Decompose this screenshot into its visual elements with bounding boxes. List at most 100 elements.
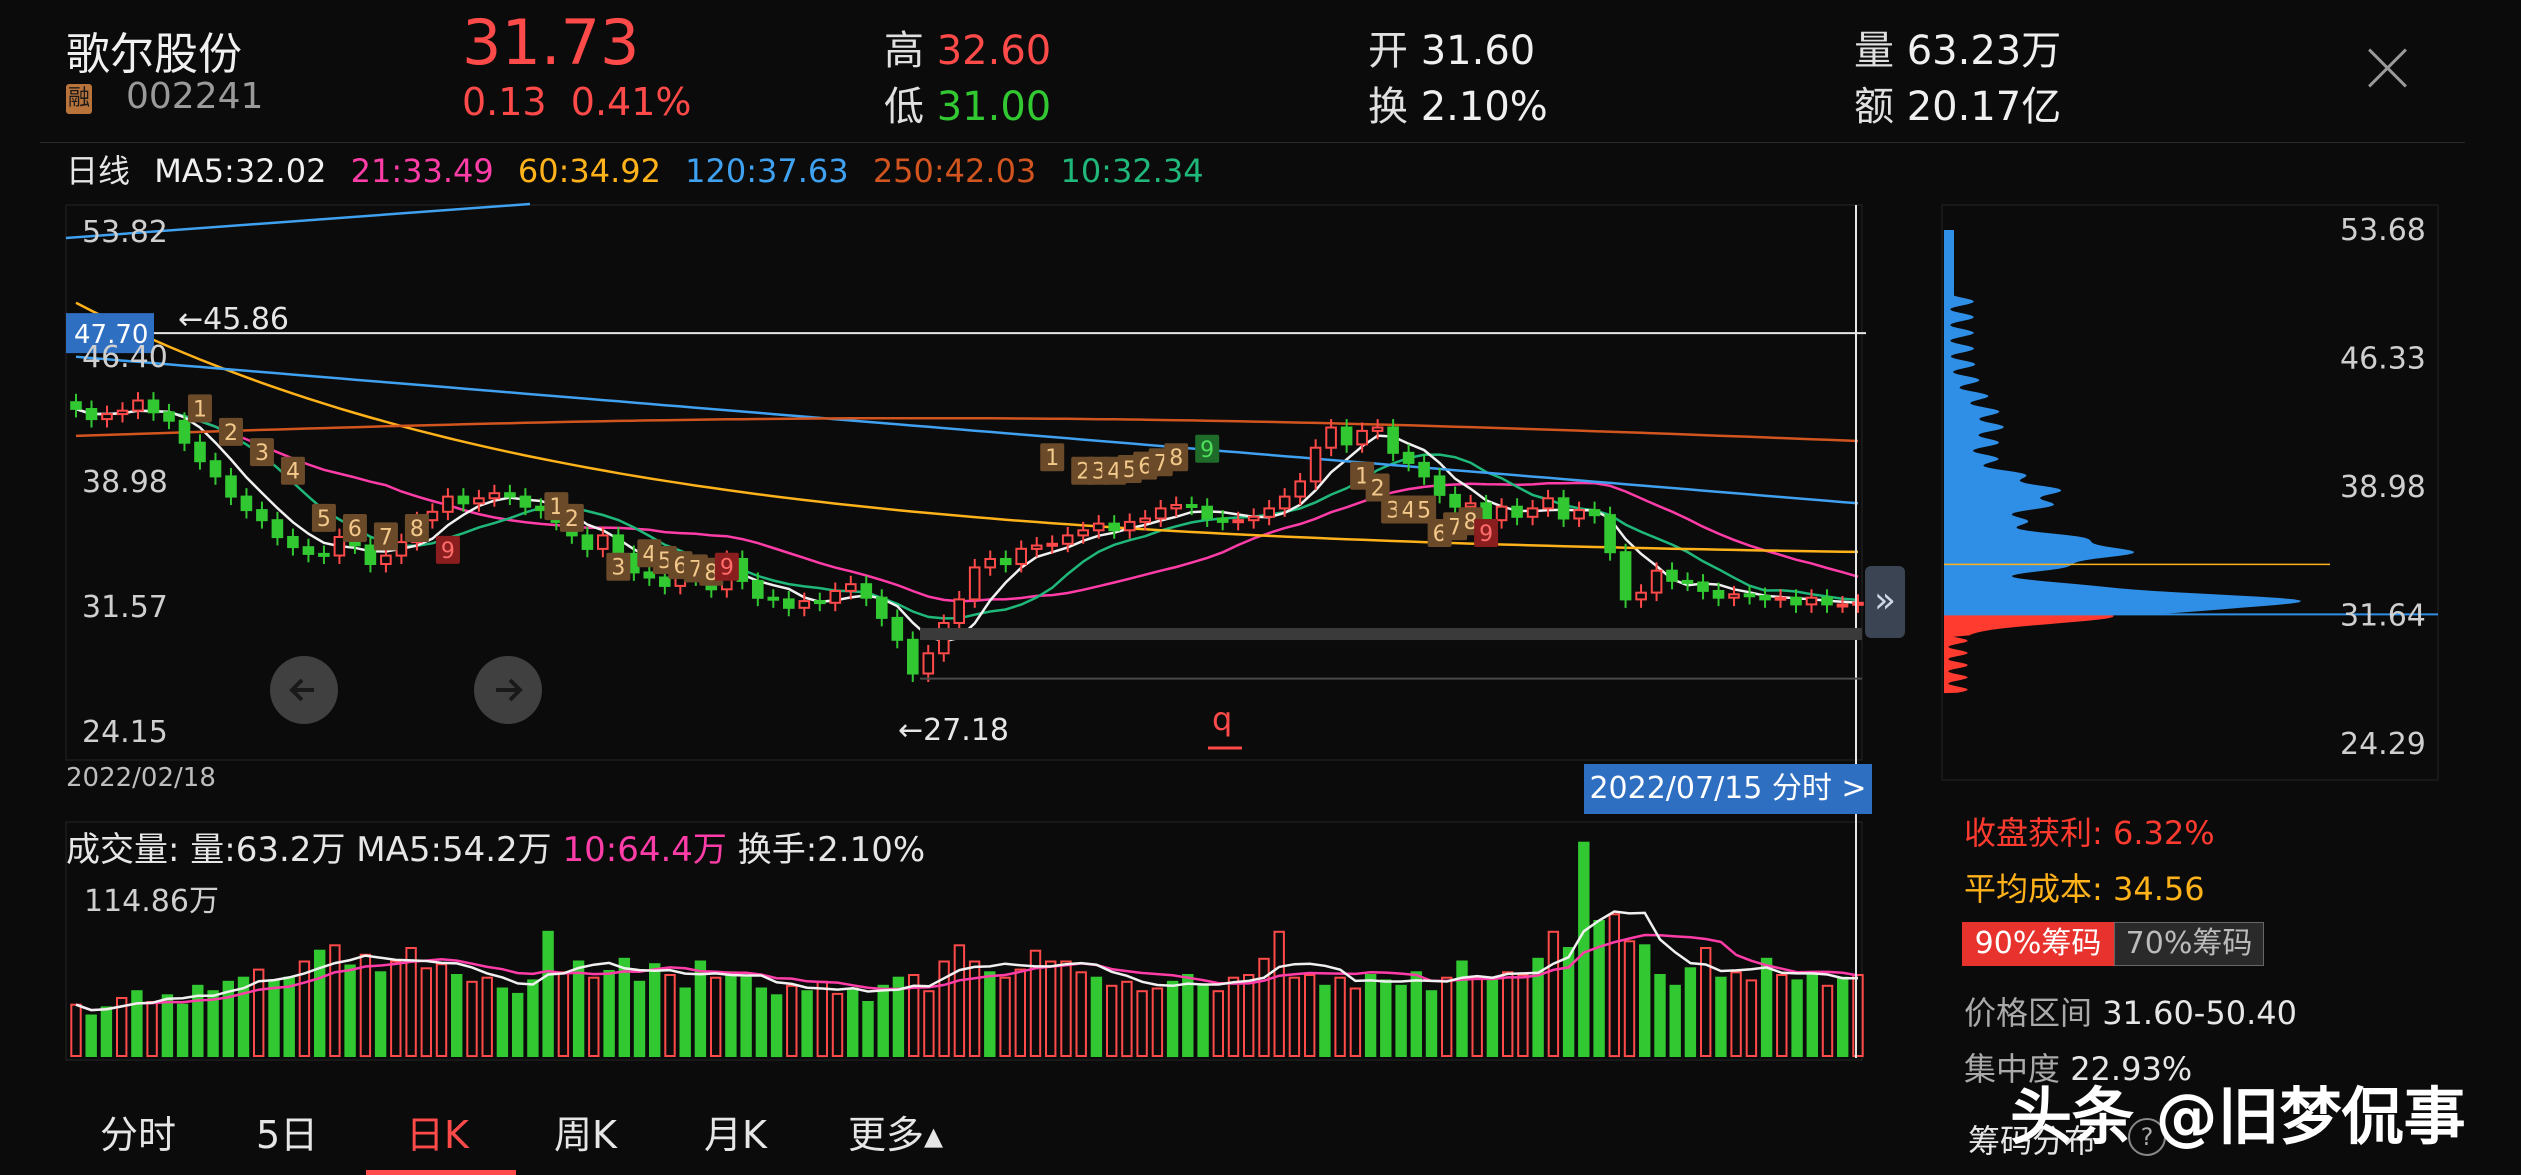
avg-cost-label: 平均成本: <box>1964 870 2103 908</box>
price-range: 价格区间 31.60-50.40 <box>1964 988 2297 1034</box>
tab-5day[interactable]: 5日 <box>256 1104 318 1159</box>
volume-bar <box>1243 974 1255 1057</box>
candle-body <box>907 638 919 675</box>
candle-body <box>1743 593 1756 598</box>
candle-body <box>953 598 966 625</box>
volume-bar <box>1349 987 1362 1057</box>
candle-body <box>1201 505 1214 520</box>
candle-body <box>1557 497 1570 520</box>
td-label: 9 <box>1479 522 1493 547</box>
volume-bar <box>1471 976 1483 1058</box>
collapse-panel-button[interactable]: » <box>1865 566 1905 638</box>
volume-bar <box>770 994 783 1058</box>
chip-tick-label: 31.64 <box>2340 598 2426 633</box>
support-zone-bar <box>920 628 1862 641</box>
volume-bar <box>512 992 524 1058</box>
candle-body <box>1774 596 1787 601</box>
tab-weekly-k[interactable]: 周K <box>554 1104 617 1159</box>
candle-body <box>1030 544 1043 550</box>
volume-bar <box>725 971 737 1057</box>
candle-body <box>845 583 857 592</box>
volume-bar <box>420 967 433 1058</box>
candle-body <box>1759 595 1771 601</box>
candle-body <box>1464 502 1477 508</box>
candle-body <box>85 408 98 421</box>
candle-body <box>225 475 237 498</box>
candle-body <box>1728 593 1740 599</box>
candle-body <box>240 495 253 512</box>
chip-tick-label: 24.29 <box>2340 727 2426 762</box>
candle-body <box>1836 603 1849 608</box>
candle-body <box>1154 507 1167 520</box>
volume-bar <box>1486 979 1499 1058</box>
candle-body <box>1526 507 1539 518</box>
volume-bar <box>1380 979 1392 1058</box>
chip-90-button[interactable]: 90%筹码 <box>1962 922 2114 966</box>
volume-bar <box>1166 980 1179 1058</box>
volume-bar <box>1090 976 1103 1058</box>
candle-body <box>1635 591 1647 601</box>
candle-body <box>736 558 749 582</box>
candle-body <box>999 558 1012 566</box>
tab-monthly-k[interactable]: 月K <box>704 1104 767 1159</box>
close-profit-value: 6.32% <box>2112 814 2215 852</box>
volume-bar <box>694 960 707 1057</box>
candle-body <box>256 509 268 522</box>
candle-body <box>1480 502 1492 522</box>
arrow-right-icon <box>496 678 523 702</box>
candle-body <box>1619 551 1632 601</box>
td-label: 1 <box>1045 446 1059 471</box>
volume-turnover: 换手:2.10% <box>737 830 926 870</box>
high-marker: ←45.86 <box>178 302 289 337</box>
volume-bar <box>466 980 478 1058</box>
td-label: 8 <box>410 517 424 542</box>
volume-bar <box>85 1014 97 1057</box>
candle-body <box>178 419 191 444</box>
td-label: 8 <box>1169 446 1183 471</box>
candle-body <box>271 519 284 539</box>
volume-bar <box>1456 960 1468 1057</box>
volume-bar <box>923 990 935 1058</box>
candle-body <box>876 596 888 619</box>
volume-tick-label: 114.86万 <box>84 884 219 919</box>
tab-daily-k[interactable]: 日K <box>406 1104 469 1159</box>
candle-body <box>426 510 439 522</box>
candle-body <box>1092 522 1105 532</box>
volume-bar <box>1227 976 1240 1058</box>
candle-body <box>1697 581 1709 592</box>
td-label: 2 <box>224 421 238 446</box>
volume-bar <box>359 953 372 1058</box>
td-label: 9 <box>441 539 455 564</box>
scroll-right-button[interactable] <box>474 656 542 724</box>
price-tick-label: 31.57 <box>82 590 168 625</box>
candle-body <box>1309 446 1322 483</box>
candle-body <box>1402 451 1415 464</box>
intraday-date-button[interactable]: 2022/07/15 分时 > <box>1584 764 1872 814</box>
candle-body <box>194 441 206 463</box>
chip-70-button[interactable]: 70%筹码 <box>2114 922 2264 966</box>
candle-body <box>1573 509 1585 520</box>
price-tick-label: 46.40 <box>82 340 168 375</box>
candle-body <box>597 534 609 550</box>
volume-bar <box>1852 974 1864 1057</box>
tab-intraday[interactable]: 分时 <box>100 1104 176 1159</box>
volume-bar <box>161 994 174 1058</box>
chip-tick-label: 46.33 <box>2340 342 2426 377</box>
volume-current: 量:63.2万 <box>190 830 346 870</box>
candle-body <box>1495 505 1508 522</box>
candle-body <box>132 399 144 412</box>
candle-body <box>752 579 764 599</box>
candle-body <box>783 598 795 609</box>
volume-bar <box>146 1001 158 1057</box>
volume-bar <box>953 944 966 1057</box>
tab-more[interactable]: 更多▴ <box>848 1104 943 1159</box>
scroll-left-button[interactable] <box>270 656 338 724</box>
td-label: 7 <box>379 525 393 550</box>
volume-bar <box>1730 971 1742 1057</box>
volume-bar <box>1425 990 1438 1058</box>
volume-bar <box>527 979 539 1058</box>
low-marker: ←27.18 <box>898 713 1009 748</box>
td-label: 1 <box>193 397 207 422</box>
volume-bar <box>801 990 813 1058</box>
volume-bar <box>862 1001 874 1057</box>
